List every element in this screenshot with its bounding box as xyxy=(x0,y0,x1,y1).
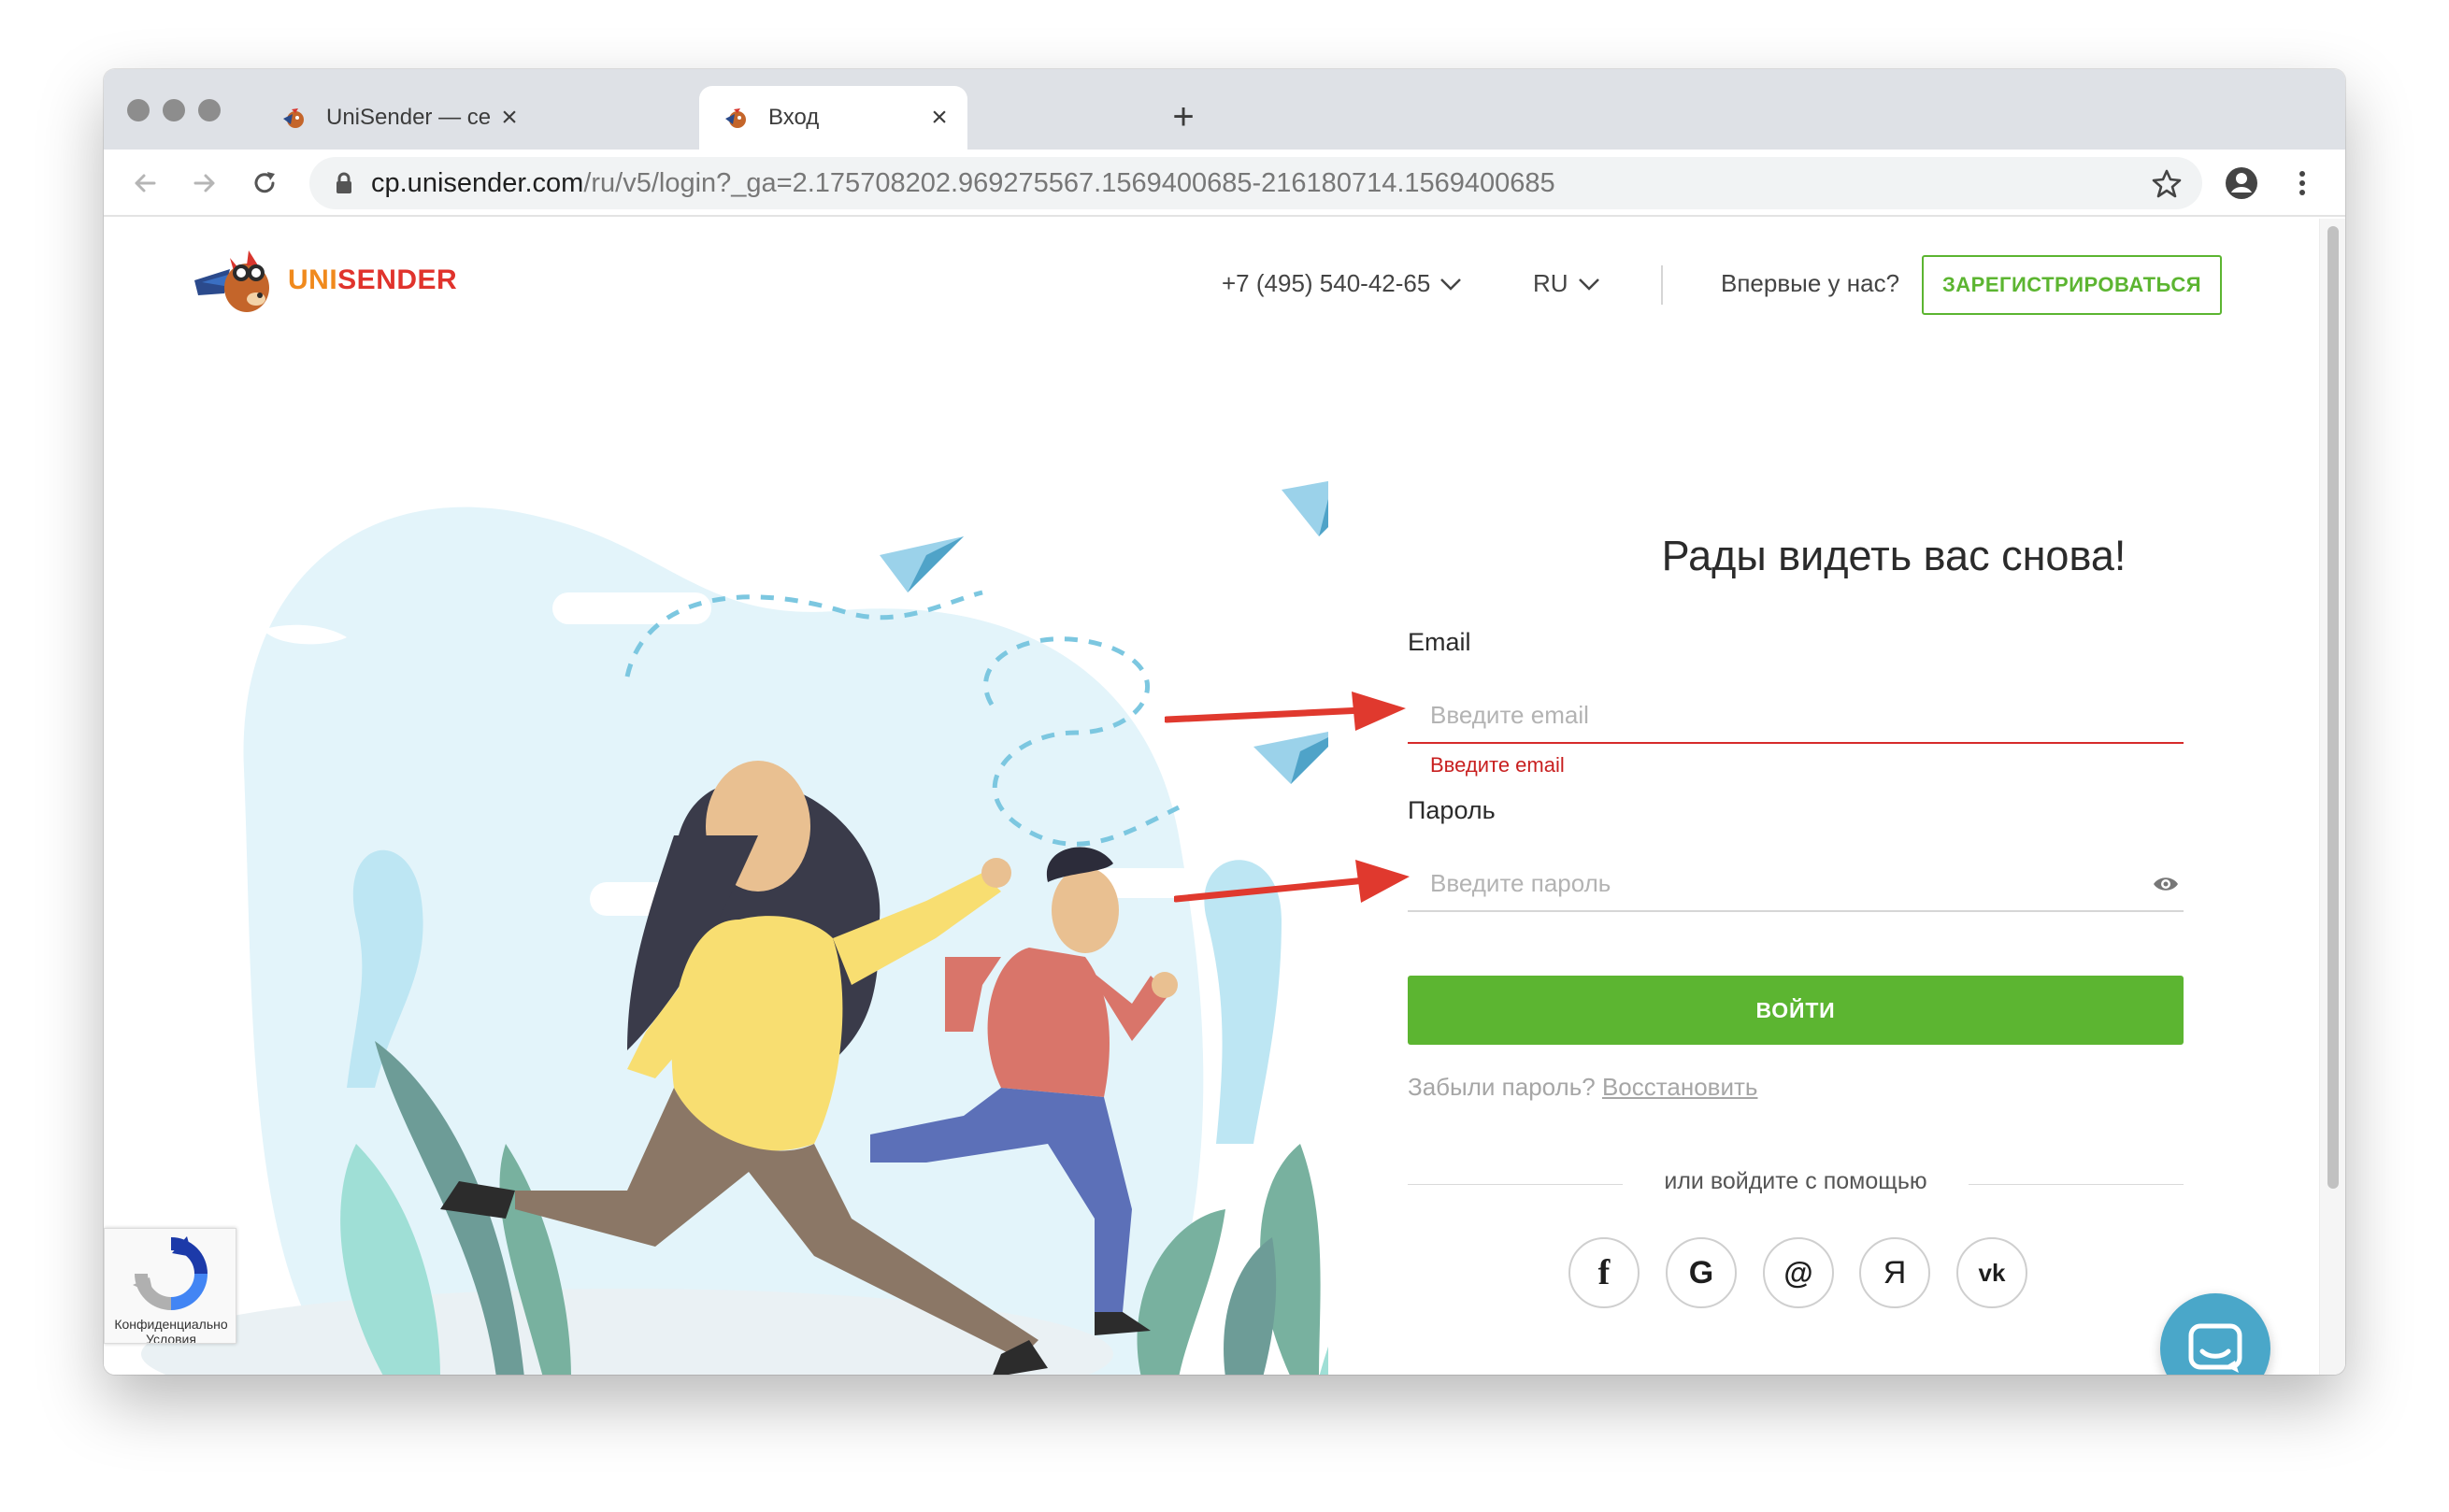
tab-title: UniSender — сервис массовых xyxy=(326,105,491,130)
yandex-icon: Я xyxy=(1883,1254,1907,1291)
forgot-password: Забыли пароль? Восстановить xyxy=(1408,1073,1757,1102)
logo-text-uni: UNI xyxy=(288,264,338,295)
show-password-eye-icon[interactable] xyxy=(2152,873,2180,895)
tab-login[interactable]: Вход × xyxy=(699,86,967,150)
register-button[interactable]: ЗАРЕГИСТРИРОВАТЬСЯ xyxy=(1922,255,2222,315)
chevron-down-icon xyxy=(1578,278,1600,291)
page-scrollbar[interactable] xyxy=(2319,219,2345,1375)
annotation-arrow-email xyxy=(1165,692,1406,731)
email-label: Email xyxy=(1408,628,1471,656)
password-field xyxy=(1408,856,2184,912)
header-divider xyxy=(1661,265,1663,305)
language-dropdown[interactable]: RU xyxy=(1533,269,1600,298)
lock-icon xyxy=(330,172,358,194)
chevron-down-icon xyxy=(1439,278,1462,291)
browser-toolbar: cp.unisender.com/ru/v5/login?_ga=2.17570… xyxy=(104,150,2345,217)
vk-login-button[interactable]: vk xyxy=(1956,1237,2027,1308)
unisender-logo[interactable]: UNISENDER xyxy=(193,241,457,320)
maximize-window-button[interactable] xyxy=(198,99,221,121)
kebab-menu-icon xyxy=(2299,171,2305,195)
arrow-left-icon xyxy=(135,174,156,193)
close-window-button[interactable] xyxy=(127,99,150,121)
account-circle-icon xyxy=(2226,167,2257,199)
arrow-right-icon xyxy=(193,174,215,193)
tab-title: Вход xyxy=(768,105,820,130)
running-people-illustration xyxy=(141,480,1328,1375)
forward-button[interactable] xyxy=(184,163,225,204)
restore-password-link[interactable]: Восстановить xyxy=(1602,1073,1758,1101)
phone-number: +7 (495) 540-42-65 xyxy=(1222,269,1431,297)
tab-unisender-home[interactable]: UniSender — сервис массовых × xyxy=(257,86,537,150)
forgot-password-text: Забыли пароль? xyxy=(1408,1073,1596,1101)
tab-bar: UniSender — сервис массовых × Вход × + xyxy=(104,69,2345,150)
unisender-favicon-icon xyxy=(283,108,304,128)
new-tab-button[interactable]: + xyxy=(1160,93,1207,140)
facebook-icon: f xyxy=(1597,1253,1611,1292)
email-input[interactable] xyxy=(1430,688,2141,742)
divider-left xyxy=(1408,1184,1623,1185)
annotation-arrow-password xyxy=(1174,860,1410,903)
login-button[interactable]: ВОЙТИ xyxy=(1408,976,2184,1045)
url-text: cp.unisender.com/ru/v5/login?_ga=2.17570… xyxy=(371,167,1555,198)
recaptcha-logo-icon xyxy=(133,1236,208,1310)
browser-window: UniSender — сервис массовых × Вход × + xyxy=(104,69,2345,1375)
yandex-login-button[interactable]: Я xyxy=(1859,1237,1930,1308)
recaptcha-badge[interactable]: Конфиденциально Условия xyxy=(104,1228,236,1344)
address-bar[interactable]: cp.unisender.com/ru/v5/login?_ga=2.17570… xyxy=(309,157,2202,209)
password-input[interactable] xyxy=(1430,856,2141,910)
profile-button[interactable] xyxy=(2221,163,2262,204)
facebook-login-button[interactable]: f xyxy=(1568,1237,1640,1308)
bookmark-star-icon[interactable] xyxy=(2148,164,2185,202)
password-label: Пароль xyxy=(1408,796,1496,824)
reload-button[interactable] xyxy=(244,163,285,204)
unisender-favicon-icon xyxy=(725,108,746,128)
mailru-login-button[interactable]: @ xyxy=(1763,1237,1834,1308)
page-content: UNISENDER +7 (495) 540-42-65 RU Впервые … xyxy=(104,219,2319,1375)
scrollbar-thumb[interactable] xyxy=(2327,226,2339,1189)
browser-menu-button[interactable] xyxy=(2282,163,2323,204)
recaptcha-privacy-text[interactable]: Конфиденциально xyxy=(105,1317,236,1332)
minimize-window-button[interactable] xyxy=(163,99,185,121)
back-button[interactable] xyxy=(124,163,165,204)
google-login-button[interactable]: G xyxy=(1666,1237,1737,1308)
close-tab-icon[interactable]: × xyxy=(921,99,958,136)
language-label: RU xyxy=(1533,269,1568,297)
close-tab-icon[interactable]: × xyxy=(491,99,528,136)
phone-dropdown[interactable]: +7 (495) 540-42-65 xyxy=(1222,269,1462,298)
page-title: Рады видеть вас снова! xyxy=(1661,532,2127,579)
vk-icon: vk xyxy=(1978,1258,2006,1287)
email-error-message: Введите email xyxy=(1430,753,1565,777)
email-field xyxy=(1408,688,2184,744)
unisender-mascot-icon xyxy=(194,250,269,312)
divider-right xyxy=(1969,1184,2184,1185)
chat-bubble-icon xyxy=(2188,1323,2242,1373)
reload-icon xyxy=(254,172,275,193)
google-icon: G xyxy=(1688,1254,1714,1291)
chat-widget-button[interactable] xyxy=(2160,1293,2270,1375)
mailru-icon: @ xyxy=(1783,1255,1813,1290)
social-login-caption: или войдите с помощью xyxy=(1664,1168,1927,1194)
first-time-text: Впервые у нас? xyxy=(1721,269,1900,297)
recaptcha-terms-text[interactable]: Условия xyxy=(105,1332,236,1343)
logo-text-sender: SENDER xyxy=(337,264,458,295)
